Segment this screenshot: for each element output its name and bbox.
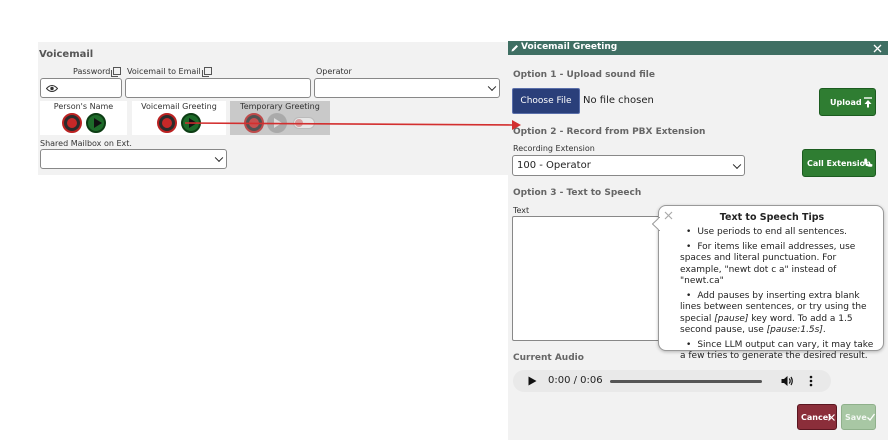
email-label: Voicemail to Email [127, 67, 201, 76]
tts-textarea[interactable] [512, 216, 662, 341]
tip-item: Add pauses by inserting extra blank line… [680, 291, 880, 337]
option2-heading: Option 2 - Record from PBX Extension [513, 127, 706, 137]
save-label: Save [845, 413, 867, 422]
volume-icon[interactable] [781, 375, 794, 387]
phone-icon [864, 158, 873, 167]
chevron-down-icon [214, 153, 224, 163]
greeting-label: Person's Name [53, 102, 114, 111]
upload-icon [864, 97, 872, 108]
play-button[interactable] [181, 113, 201, 133]
eye-icon[interactable] [46, 84, 58, 93]
play-button[interactable] [86, 113, 106, 133]
greeting-label: Temporary Greeting [240, 102, 320, 111]
play-button[interactable] [267, 113, 287, 133]
voicemail-panel: Voicemail Password Voicemail to Email Op… [38, 42, 508, 175]
choose-file-button[interactable]: Choose File [512, 88, 580, 114]
chevron-down-icon [487, 82, 497, 92]
text-label: Text [513, 206, 530, 215]
greeting-temporary: Temporary Greeting [230, 101, 330, 135]
record-button[interactable] [62, 113, 82, 133]
close-icon [828, 414, 835, 421]
tip-item: For items like email addresses, use spac… [680, 242, 880, 288]
cancel-button[interactable]: Cancel [797, 404, 837, 430]
password-field[interactable] [40, 78, 122, 98]
email-field[interactable] [125, 78, 311, 98]
operator-label: Operator [316, 67, 352, 76]
password-label: Password [73, 67, 111, 76]
checkmark-icon [867, 413, 875, 421]
tts-tips-tooltip: Text to Speech Tips Use periods to end a… [652, 205, 884, 361]
tips-list: Use periods to end all sentences. For it… [680, 227, 880, 366]
greeting-voicemail: Voicemail Greeting [132, 101, 226, 135]
play-icon[interactable] [528, 376, 537, 386]
call-extension-button[interactable]: Call Extension [802, 149, 876, 177]
audio-time: 0:00 / 0:06 [548, 375, 603, 386]
greeting-label: Voicemail Greeting [141, 102, 217, 111]
shared-mailbox-label: Shared Mailbox on Ext. [40, 139, 132, 148]
cancel-label: Cancel [801, 413, 831, 422]
recording-extension-select[interactable]: 100 - Operator [512, 155, 745, 176]
password-label-group: Password [73, 67, 122, 77]
tip-item: Use periods to end all sentences. [680, 227, 880, 239]
recording-extension-value: 100 - Operator [517, 160, 591, 171]
operator-select[interactable] [314, 78, 500, 98]
pencil-icon [511, 45, 518, 52]
option3-heading: Option 3 - Text to Speech [513, 188, 642, 198]
voicemail-title: Voicemail [39, 49, 94, 60]
upload-button[interactable]: Upload [819, 88, 876, 116]
audio-seek-bar[interactable] [610, 380, 762, 383]
more-options-icon[interactable] [809, 375, 813, 387]
greeting-persons-name: Person's Name [40, 101, 127, 135]
email-label-group: Voicemail to Email [127, 67, 212, 77]
option1-heading: Option 1 - Upload sound file [513, 70, 655, 80]
enable-toggle[interactable] [293, 117, 315, 129]
copy-icon[interactable] [111, 67, 122, 77]
record-button[interactable] [157, 113, 177, 133]
close-icon[interactable] [873, 44, 882, 53]
chevron-down-icon [732, 160, 742, 169]
shared-mailbox-select[interactable] [40, 149, 227, 169]
dialog-title: Voicemail Greeting [521, 42, 618, 52]
recording-extension-label: Recording Extension [513, 144, 595, 153]
save-button[interactable]: Save [841, 404, 876, 430]
no-file-chosen-text: No file chosen [583, 95, 654, 106]
tooltip-title: Text to Speech Tips [719, 212, 825, 223]
tip-item: Since LLM output can vary, it may take a… [680, 340, 880, 363]
call-extension-label: Call Extension [807, 159, 871, 168]
upload-label: Upload [830, 98, 862, 107]
copy-icon[interactable] [201, 67, 212, 77]
record-button[interactable] [244, 113, 264, 133]
current-audio-heading: Current Audio [513, 353, 584, 363]
dialog-header: Voicemail Greeting [508, 41, 888, 55]
audio-player: 0:00 / 0:06 [513, 370, 831, 392]
